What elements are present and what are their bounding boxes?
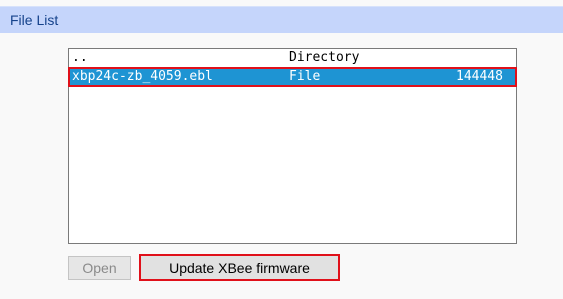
file-name: .. bbox=[72, 50, 88, 65]
update-xbee-firmware-button[interactable]: Update XBee firmware bbox=[139, 254, 340, 281]
file-type: Directory bbox=[289, 50, 360, 65]
panel-title: File List bbox=[10, 12, 59, 28]
file-list-panel: File List .. Directory xbp24c-zb_4059.eb… bbox=[0, 0, 563, 299]
file-size: 144448 bbox=[456, 69, 503, 84]
list-item-firmware-file[interactable]: xbp24c-zb_4059.ebl File 144448 bbox=[68, 67, 517, 87]
file-name: xbp24c-zb_4059.ebl bbox=[72, 69, 213, 84]
panel-header: File List bbox=[0, 6, 563, 33]
list-item-parent-directory[interactable]: .. Directory bbox=[69, 49, 516, 67]
file-type: File bbox=[289, 69, 321, 84]
open-button[interactable]: Open bbox=[68, 256, 131, 280]
file-listbox[interactable]: .. Directory xbp24c-zb_4059.ebl File 144… bbox=[68, 48, 517, 244]
